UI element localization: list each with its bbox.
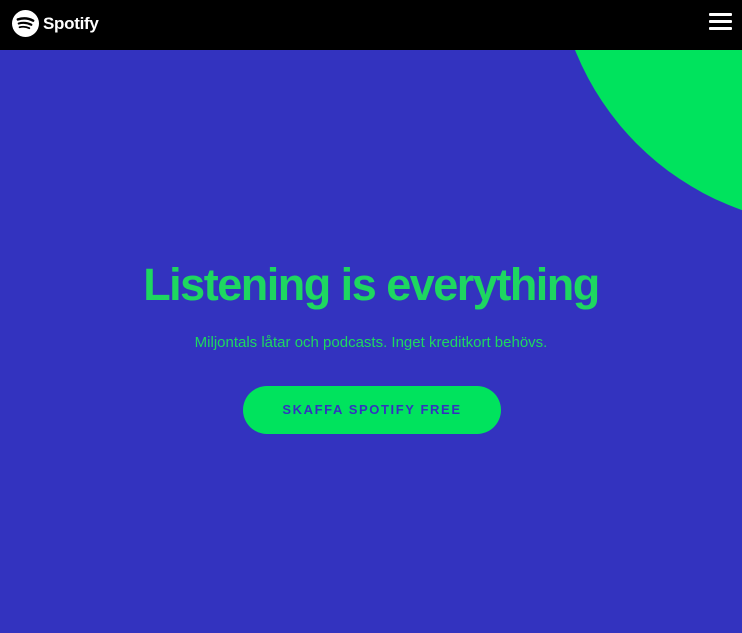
top-navbar: Spotify bbox=[0, 0, 742, 50]
hero-subtitle: Miljontals låtar och podcasts. Inget kre… bbox=[194, 334, 548, 351]
menu-button[interactable] bbox=[709, 13, 732, 32]
spotify-logo-icon bbox=[12, 10, 39, 37]
get-spotify-free-button[interactable]: SKAFFA SPOTIFY FREE bbox=[243, 386, 501, 434]
logo-wordmark: Spotify bbox=[43, 14, 99, 33]
spotify-logo[interactable]: Spotify bbox=[12, 10, 99, 37]
decorative-green-circle bbox=[555, 50, 742, 226]
hero-section: Listening is everything Miljontals låtar… bbox=[0, 50, 742, 633]
page: Spotify Listening is everything Miljonta… bbox=[0, 0, 742, 633]
menu-icon-bar-bottom bbox=[709, 27, 732, 30]
menu-icon-bar-middle bbox=[709, 20, 732, 23]
hamburger-menu-icon bbox=[709, 13, 732, 16]
hero-title: Listening is everything bbox=[143, 259, 600, 310]
